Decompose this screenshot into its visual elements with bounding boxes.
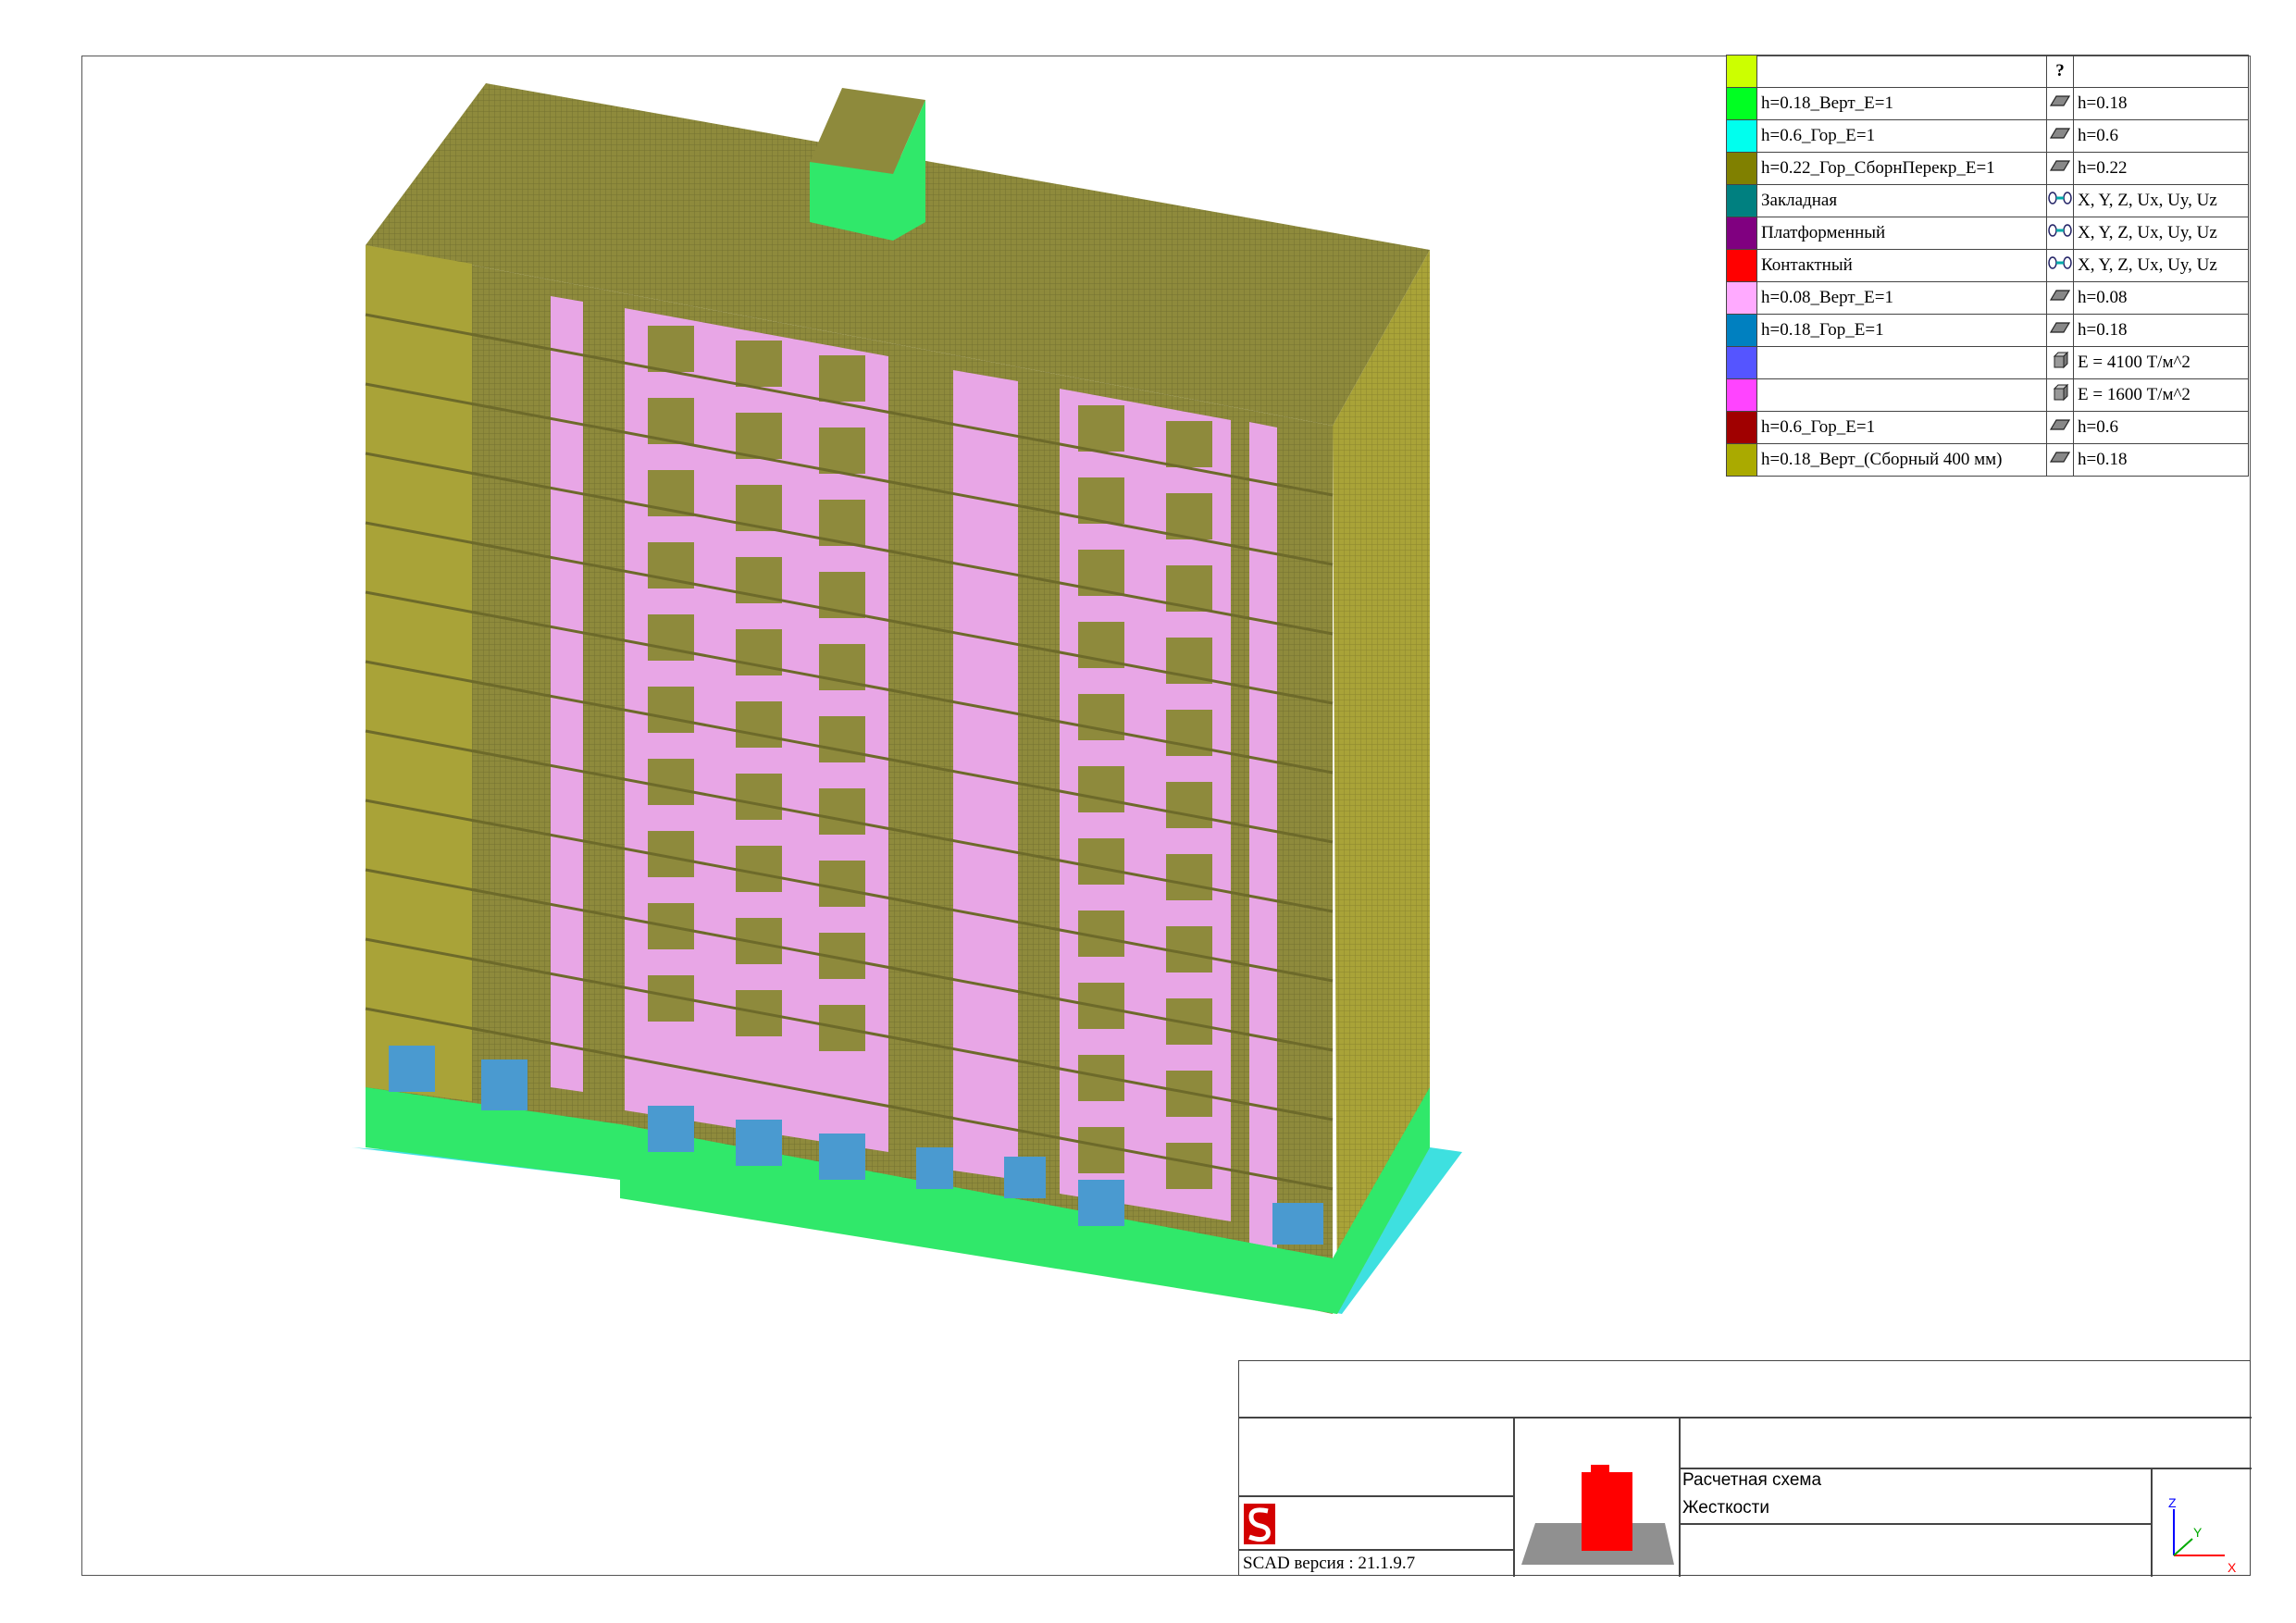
pink-strip-3 (1249, 422, 1277, 1249)
link-icon (2046, 217, 2074, 250)
thumbnail-building-icon (1521, 1465, 1674, 1565)
legend-name (1756, 346, 2047, 379)
legend-swatch (1726, 152, 1757, 185)
scheme-title: Расчетная схема (1682, 1470, 1822, 1490)
legend-name: h=0.18_Верт_(Сборный 400 мм) (1756, 443, 2047, 477)
legend-value: X, Y, Z, Ux, Uy, Uz (2073, 249, 2249, 282)
plate-icon (2046, 119, 2074, 153)
legend-row: E = 4100 Т/м^2 (1726, 346, 2249, 379)
legend-name: h=0.22_Гор_СборнПерекр_E=1 (1756, 152, 2047, 185)
legend-name (1756, 55, 2047, 88)
legend-value (2073, 55, 2249, 88)
plate-icon (2046, 443, 2074, 477)
legend-name: Платформенный (1756, 217, 2047, 250)
legend-header-symbol: ? (2046, 55, 2074, 88)
scheme-subtitle: Жесткости (1682, 1498, 1769, 1518)
legend-name: h=0.18_Верт_E=1 (1756, 87, 2047, 120)
legend-swatch (1726, 87, 1757, 120)
axis-x-label: X (2228, 1560, 2237, 1574)
plate-icon (2046, 87, 2074, 120)
legend-name (1756, 378, 2047, 412)
legend-row: h=0.6_Гор_E=1 h=0.6 (1726, 411, 2249, 444)
legend-value: h=0.18 (2073, 314, 2249, 347)
legend-value: h=0.22 (2073, 152, 2249, 185)
axes-triad-icon: Z Y X (2168, 1495, 2237, 1574)
legend-swatch (1726, 411, 1757, 444)
legend-swatch (1726, 249, 1757, 282)
solid-icon (2046, 378, 2074, 412)
legend-swatch (1726, 443, 1757, 477)
legend-swatch (1726, 119, 1757, 153)
legend-name: h=0.6_Гор_E=1 (1756, 411, 2047, 444)
legend-swatch (1726, 55, 1757, 88)
legend-value: h=0.18 (2073, 443, 2249, 477)
legend-row: h=0.18_Гор_E=1 h=0.18 (1726, 314, 2249, 347)
legend-swatch (1726, 184, 1757, 217)
plate-icon (2046, 281, 2074, 315)
thumbnail-block (1582, 1472, 1632, 1551)
legend-value: h=0.6 (2073, 411, 2249, 444)
legend-name: Контактный (1756, 249, 2047, 282)
left-stair-bay (366, 245, 472, 1101)
link-icon (2046, 249, 2074, 282)
legend-row: Контактный X, Y, Z, Ux, Uy, Uz (1726, 249, 2249, 282)
plate-icon (2046, 314, 2074, 347)
scad-logo-icon (1244, 1504, 1275, 1544)
legend-swatch (1726, 314, 1757, 347)
plate-icon (2046, 152, 2074, 185)
legend-name: h=0.6_Гор_E=1 (1756, 119, 2047, 153)
legend-value: h=0.6 (2073, 119, 2249, 153)
legend-name: h=0.08_Верт_E=1 (1756, 281, 2047, 315)
legend-row: h=0.08_Верт_E=1 h=0.08 (1726, 281, 2249, 315)
legend-swatch (1726, 281, 1757, 315)
legend-value: h=0.18 (2073, 87, 2249, 120)
axis-y-label: Y (2193, 1525, 2203, 1540)
legend-value: h=0.08 (2073, 281, 2249, 315)
legend-row: Платформенный X, Y, Z, Ux, Uy, Uz (1726, 217, 2249, 250)
legend-name: h=0.18_Гор_E=1 (1756, 314, 2047, 347)
legend-swatch (1726, 217, 1757, 250)
axis-z-label: Z (2168, 1495, 2177, 1510)
legend-value: X, Y, Z, Ux, Uy, Uz (2073, 184, 2249, 217)
scad-version-label: SCAD версия : 21.1.9.7 (1243, 1554, 1416, 1573)
legend-row: h=0.6_Гор_E=1 h=0.6 (1726, 119, 2249, 153)
link-icon (2046, 184, 2074, 217)
legend-value: E = 4100 Т/м^2 (2073, 346, 2249, 379)
legend-row: E = 1600 Т/м^2 (1726, 378, 2249, 412)
legend-row: h=0.18_Верт_E=1 h=0.18 (1726, 87, 2249, 120)
legend-row: Закладная X, Y, Z, Ux, Uy, Uz (1726, 184, 2249, 217)
legend-value: E = 1600 Т/м^2 (2073, 378, 2249, 412)
plate-icon (2046, 411, 2074, 444)
legend-value: X, Y, Z, Ux, Uy, Uz (2073, 217, 2249, 250)
pink-strip-1 (551, 296, 583, 1092)
legend-swatch (1726, 346, 1757, 379)
legend-row: h=0.22_Гор_СборнПерекр_E=1 h=0.22 (1726, 152, 2249, 185)
stiffness-legend-table: ? h=0.18_Верт_E=1 h=0.18 h=0.6_Гор_E=1 h=0.6… (1726, 55, 2249, 477)
title-block: SCAD версия : 21.1.9.7 Расчетная схема Ж… (1238, 1360, 2252, 1577)
solid-icon (2046, 346, 2074, 379)
legend-row: h=0.18_Верт_(Сборный 400 мм) h=0.18 (1726, 443, 2249, 477)
legend-swatch (1726, 378, 1757, 412)
legend-name: Закладная (1756, 184, 2047, 217)
legend-header-row: ? (1726, 55, 2249, 88)
